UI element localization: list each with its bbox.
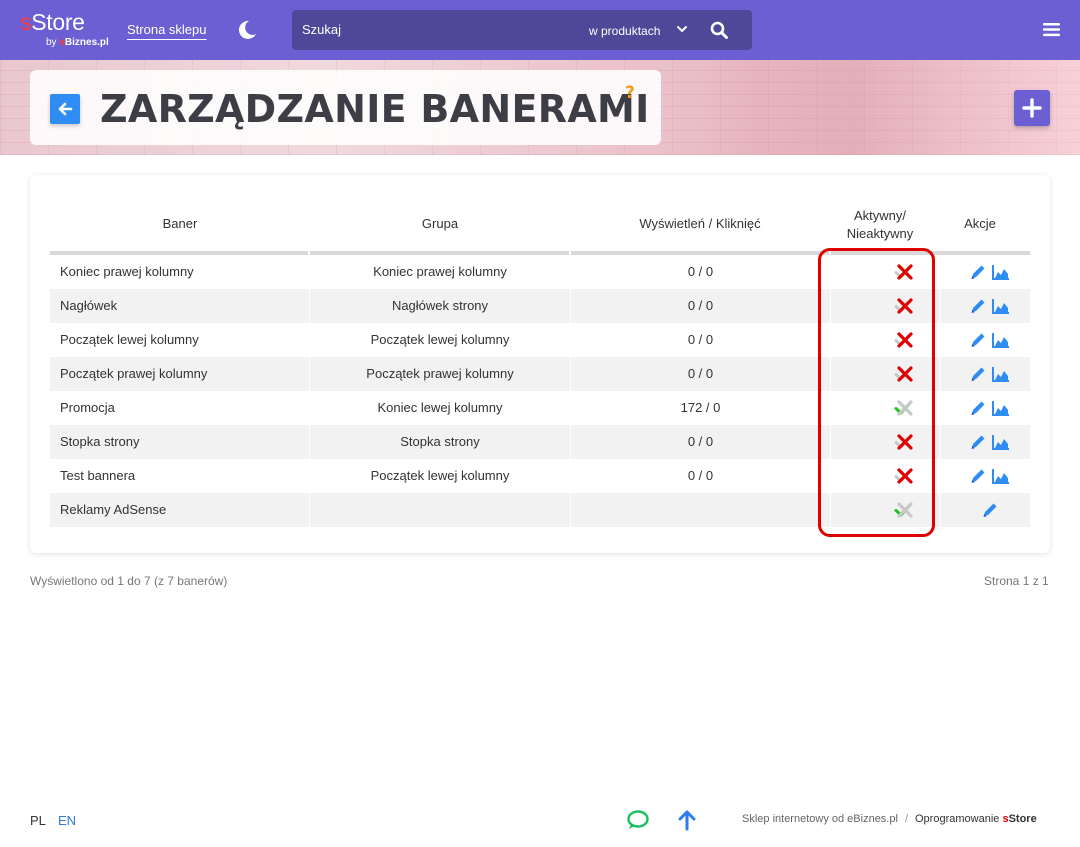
banner-name: Początek lewej kolumny [60, 332, 199, 347]
back-button[interactable] [50, 94, 80, 124]
row-actions [940, 289, 1030, 323]
menu-icon[interactable] [1043, 22, 1060, 37]
column-header-actions: Akcje [964, 216, 996, 231]
banner-stats: 0 / 0 [687, 298, 714, 313]
banner-name: Promocja [60, 400, 115, 415]
edit-icon[interactable] [969, 331, 987, 349]
page-title: ZARZĄDZANIE BANERAMI [100, 87, 650, 131]
banner-name: Reklamy AdSense [60, 502, 167, 517]
column-header-stats[interactable]: Wyświetleń / Kliknięć [570, 216, 830, 231]
search-input[interactable]: Szukaj [302, 22, 341, 37]
column-header-active[interactable]: Aktywny/ Nieaktywny [830, 207, 930, 243]
statistics-icon[interactable] [992, 365, 1010, 383]
column-separator [309, 255, 310, 289]
column-separator [309, 289, 310, 323]
column-separator [570, 391, 571, 425]
column-separator [570, 425, 571, 459]
chevron-down-icon[interactable] [676, 23, 688, 35]
statistics-icon[interactable] [992, 263, 1010, 281]
footer-credit-link[interactable]: Sklep internetowy od eBiznes.pl [742, 813, 898, 825]
column-header-active-line1: Aktywny/ [853, 208, 906, 223]
edit-icon[interactable] [969, 297, 987, 315]
search-bar: Szukaj w produktach [292, 10, 752, 50]
banner-name: Test bannera [60, 468, 136, 483]
chat-icon[interactable] [626, 809, 650, 831]
row-actions [940, 493, 1030, 527]
row-actions [940, 425, 1030, 459]
footer-credits: Sklep internetowy od eBiznes.pl / Oprogram… [742, 813, 1037, 825]
banner-stats: 0 / 0 [687, 468, 714, 483]
banner-stats: 0 / 0 [687, 434, 714, 449]
column-header-banner[interactable]: Baner [50, 216, 310, 231]
edit-icon[interactable] [969, 263, 987, 281]
logo-text: sStore [20, 9, 85, 35]
banner-name: Koniec prawej kolumny [60, 264, 194, 279]
edit-icon[interactable] [969, 433, 987, 451]
search-icon[interactable] [710, 21, 728, 39]
column-separator [309, 493, 310, 527]
footer-software-link[interactable]: Oprogramowanie sStore [915, 813, 1037, 825]
banner-name: Początek prawej kolumny [60, 366, 208, 381]
column-separator [309, 323, 310, 357]
statistics-icon[interactable] [992, 297, 1010, 315]
banner-stats: 0 / 0 [687, 332, 714, 347]
column-separator [570, 357, 571, 391]
results-summary: Wyświetlono od 1 do 7 (z 7 banerów) [30, 574, 228, 588]
banner-group: Koniec prawej kolumny [373, 264, 507, 279]
shop-page-link[interactable]: Strona sklepu [127, 22, 207, 37]
row-actions [940, 255, 1030, 289]
language-en[interactable]: EN [58, 813, 76, 828]
edit-icon[interactable] [969, 467, 987, 485]
banner-group: Nagłówek strony [391, 298, 489, 313]
add-banner-button[interactable] [1014, 90, 1050, 126]
row-actions [940, 323, 1030, 357]
help-icon[interactable]: ? [625, 83, 635, 103]
banner-stats: 0 / 0 [687, 366, 714, 381]
column-header-active-line2: Nieaktywny [846, 226, 914, 241]
top-navbar: sStore by eBiznes.pl Strona sklepu Szuka… [0, 0, 1080, 60]
statistics-icon[interactable] [992, 331, 1010, 349]
row-actions [940, 357, 1030, 391]
statistics-icon[interactable] [992, 467, 1010, 485]
column-separator [309, 391, 310, 425]
logo-subtitle: by eBiznes.pl [46, 37, 109, 48]
column-separator [570, 255, 571, 289]
banner-group: Stopka strony [400, 434, 480, 449]
active-column-highlight [818, 248, 935, 537]
column-separator [309, 459, 310, 493]
banner-stats: 172 / 0 [680, 400, 721, 415]
row-actions [940, 459, 1030, 493]
column-separator [570, 289, 571, 323]
banner-group: Początek lewej kolumny [370, 468, 510, 483]
row-actions [940, 391, 1030, 425]
banner-group: Koniec lewej kolumny [377, 400, 503, 415]
column-separator [309, 357, 310, 391]
column-header-group[interactable]: Grupa [310, 216, 570, 231]
banner-group [310, 493, 570, 527]
scroll-to-top-icon[interactable] [677, 809, 697, 831]
column-separator [570, 459, 571, 493]
banner-stats: 0 / 0 [687, 264, 714, 279]
banner-group: Początek lewej kolumny [370, 332, 510, 347]
edit-icon[interactable] [969, 365, 987, 383]
banner-name: Nagłówek [60, 298, 118, 313]
moon-icon[interactable] [237, 20, 257, 40]
edit-icon[interactable] [981, 501, 999, 519]
column-separator [570, 323, 571, 357]
language-pl[interactable]: PL [30, 813, 46, 828]
statistics-icon[interactable] [992, 399, 1010, 417]
plus-icon [1022, 98, 1042, 118]
banner-name: Stopka strony [60, 434, 140, 449]
statistics-icon[interactable] [992, 433, 1010, 451]
banner-stats [571, 493, 830, 527]
logo[interactable]: sStore by eBiznes.pl [20, 9, 109, 48]
arrow-left-icon [58, 102, 73, 116]
banner-group: Początek prawej kolumny [366, 366, 514, 381]
pagination-info: Strona 1 z 1 [984, 574, 1049, 588]
edit-icon[interactable] [969, 399, 987, 417]
column-separator [570, 493, 571, 527]
search-scope-select[interactable]: w produktach [589, 24, 660, 38]
column-separator [309, 425, 310, 459]
